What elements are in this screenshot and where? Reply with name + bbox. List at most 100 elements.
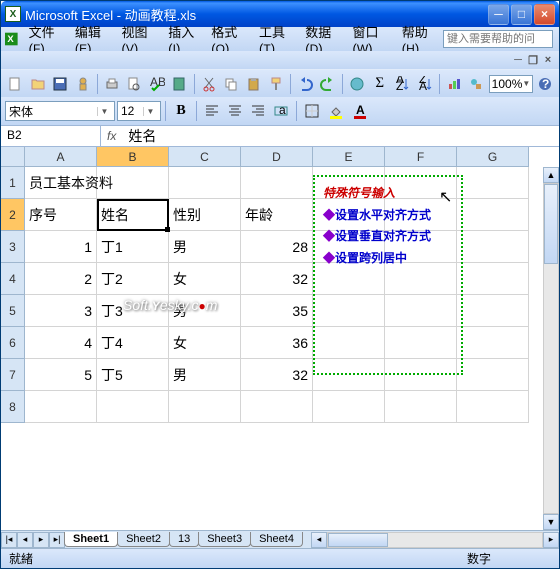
cell[interactable]: 丁3 <box>97 295 169 327</box>
scroll-right-button[interactable]: ▸ <box>543 532 559 548</box>
cell[interactable]: 3 <box>25 295 97 327</box>
cell[interactable] <box>457 295 529 327</box>
cell[interactable] <box>313 263 385 295</box>
cell[interactable] <box>457 167 529 199</box>
column-header[interactable]: D <box>241 147 313 167</box>
open-button[interactable] <box>27 73 47 95</box>
row-header[interactable]: 7 <box>1 359 25 391</box>
merge-center-button[interactable]: a <box>270 100 292 122</box>
horizontal-scrollbar[interactable]: ◂ ▸ <box>311 532 559 548</box>
tab-prev-button[interactable]: ◂ <box>17 532 33 548</box>
cell[interactable] <box>169 391 241 423</box>
cell[interactable] <box>97 391 169 423</box>
cell[interactable] <box>385 295 457 327</box>
cell[interactable]: 28 <box>241 231 313 263</box>
column-header[interactable]: B <box>97 147 169 167</box>
cell[interactable] <box>25 391 97 423</box>
font-color-button[interactable]: A <box>349 100 371 122</box>
cell[interactable] <box>385 327 457 359</box>
row-header[interactable]: 5 <box>1 295 25 327</box>
zoom-combo[interactable]: 100%▼ <box>489 75 533 93</box>
research-button[interactable] <box>169 73 189 95</box>
cell[interactable]: 序号 <box>25 199 97 231</box>
align-right-button[interactable] <box>247 100 269 122</box>
column-header[interactable]: F <box>385 147 457 167</box>
cell[interactable]: 32 <box>241 263 313 295</box>
tab-first-button[interactable]: |◂ <box>1 532 17 548</box>
align-left-button[interactable] <box>201 100 223 122</box>
fill-color-button[interactable] <box>325 100 347 122</box>
cell[interactable] <box>241 167 313 199</box>
permission-button[interactable] <box>72 73 92 95</box>
scroll-thumb[interactable] <box>328 533 388 547</box>
fx-icon[interactable]: fx <box>107 129 116 143</box>
cell[interactable]: 男 <box>169 295 241 327</box>
sheet-tab[interactable]: Sheet1 <box>64 532 118 547</box>
font-name-combo[interactable]: 宋体▼ <box>5 101 115 121</box>
print-button[interactable] <box>102 73 122 95</box>
cell[interactable]: 男 <box>169 231 241 263</box>
cell[interactable]: 35 <box>241 295 313 327</box>
cell[interactable] <box>241 391 313 423</box>
chart-button[interactable] <box>444 73 464 95</box>
align-center-button[interactable] <box>224 100 246 122</box>
cell[interactable]: 丁1 <box>97 231 169 263</box>
cell[interactable] <box>457 327 529 359</box>
maximize-button[interactable]: □ <box>511 4 532 25</box>
tab-last-button[interactable]: ▸| <box>49 532 65 548</box>
minimize-button[interactable]: ─ <box>488 4 509 25</box>
preview-button[interactable] <box>124 73 144 95</box>
doc-restore-button[interactable]: ❐ <box>526 53 540 67</box>
hyperlink-button[interactable] <box>347 73 367 95</box>
cell[interactable]: 丁2 <box>97 263 169 295</box>
cell[interactable] <box>385 359 457 391</box>
scroll-thumb[interactable] <box>544 184 558 264</box>
cell[interactable] <box>313 231 385 263</box>
paste-button[interactable] <box>243 73 263 95</box>
cell[interactable]: 年龄 <box>241 199 313 231</box>
drawing-button[interactable] <box>466 73 486 95</box>
cell[interactable] <box>313 295 385 327</box>
cell[interactable]: 32 <box>241 359 313 391</box>
cell[interactable]: 4 <box>25 327 97 359</box>
cell[interactable]: 丁5 <box>97 359 169 391</box>
cell[interactable] <box>457 391 529 423</box>
cell[interactable]: 男 <box>169 359 241 391</box>
redo-button[interactable] <box>318 73 338 95</box>
cell[interactable] <box>313 327 385 359</box>
column-header[interactable]: G <box>457 147 529 167</box>
help-search-input[interactable] <box>443 30 553 48</box>
row-header[interactable]: 1 <box>1 167 25 199</box>
cell[interactable] <box>313 391 385 423</box>
cell[interactable] <box>97 167 169 199</box>
copy-button[interactable] <box>221 73 241 95</box>
cell[interactable] <box>169 167 241 199</box>
cell[interactable]: 姓名 <box>97 199 169 231</box>
cell[interactable] <box>385 167 457 199</box>
row-header[interactable]: 4 <box>1 263 25 295</box>
cell[interactable] <box>313 199 385 231</box>
sheet-tab[interactable]: Sheet4 <box>250 532 303 547</box>
borders-button[interactable] <box>301 100 323 122</box>
cell[interactable] <box>385 263 457 295</box>
sheet-tab[interactable]: 13 <box>169 532 199 547</box>
cell[interactable] <box>457 263 529 295</box>
font-size-combo[interactable]: 12▼ <box>117 101 161 121</box>
row-header[interactable]: 6 <box>1 327 25 359</box>
cell[interactable] <box>385 199 457 231</box>
column-header[interactable]: C <box>169 147 241 167</box>
cell[interactable] <box>385 231 457 263</box>
cell[interactable] <box>457 231 529 263</box>
column-header[interactable]: A <box>25 147 97 167</box>
sort-asc-button[interactable]: AZ <box>392 73 412 95</box>
cut-button[interactable] <box>198 73 218 95</box>
tab-next-button[interactable]: ▸ <box>33 532 49 548</box>
cell[interactable]: 女 <box>169 263 241 295</box>
cell[interactable]: 1 <box>25 231 97 263</box>
cell[interactable] <box>313 167 385 199</box>
cell[interactable] <box>385 391 457 423</box>
cell[interactable] <box>457 359 529 391</box>
cell[interactable]: 性别 <box>169 199 241 231</box>
sheet-tab[interactable]: Sheet2 <box>117 532 170 547</box>
vertical-scrollbar[interactable]: ▲ ▼ <box>543 167 559 530</box>
